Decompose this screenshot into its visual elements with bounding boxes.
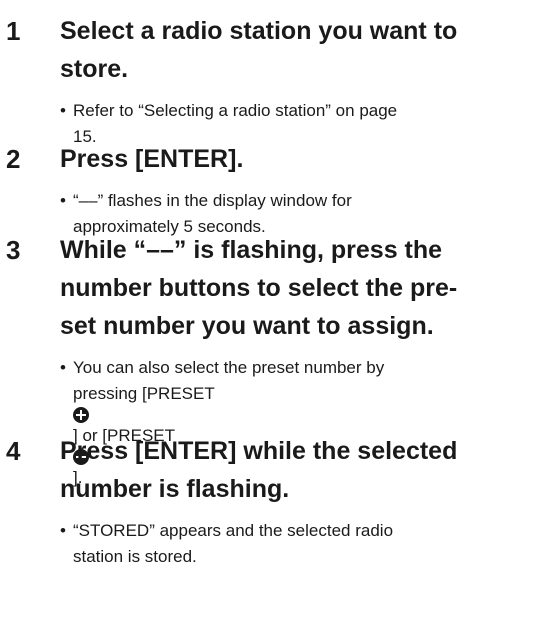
- step-number: 1: [6, 16, 21, 46]
- step-number: 4: [6, 436, 21, 466]
- step-heading-line: set number you want to assign.: [60, 312, 434, 340]
- step-heading-line: Select a radio station you want to: [60, 17, 458, 45]
- step-note-line: You can also select the preset number by: [73, 358, 385, 377]
- step-note: “STORED” appears and the selected radio …: [60, 518, 534, 570]
- step-heading-line: store.: [60, 55, 129, 83]
- step-heading-line: Press [ENTER] while the selected: [60, 437, 458, 465]
- step-heading: While “––” is flashing, press the number…: [60, 231, 534, 345]
- step-heading: Press [ENTER] while the selected number …: [60, 432, 534, 508]
- note-text: pressing [PRESET: [73, 384, 215, 403]
- step-heading-line: Press [ENTER].: [60, 145, 244, 173]
- step-heading: Select a radio station you want to store…: [60, 12, 534, 88]
- step-heading-line: While “––” is flashing, press the: [60, 236, 443, 264]
- step-note-line: “––” flashes in the display window for: [73, 191, 352, 210]
- step-2: 2 Press [ENTER]. “––” flashes in the dis…: [0, 140, 534, 240]
- plus-circle-icon: [73, 407, 89, 423]
- step-note-line: station is stored.: [73, 547, 197, 566]
- step-1: 1 Select a radio station you want to sto…: [0, 12, 534, 150]
- instruction-page: 1 Select a radio station you want to sto…: [0, 0, 534, 623]
- step-heading-line: number is flashing.: [60, 475, 290, 503]
- step-note-line: Refer to “Selecting a radio station” on …: [73, 101, 398, 120]
- step-heading: Press [ENTER].: [60, 140, 534, 178]
- step-number: 3: [6, 235, 21, 265]
- step-number: 2: [6, 144, 21, 174]
- step-heading-line: number buttons to select the pre-: [60, 274, 458, 302]
- step-note-line: “STORED” appears and the selected radio: [73, 521, 394, 540]
- step-4: 4 Press [ENTER] while the selected numbe…: [0, 432, 534, 570]
